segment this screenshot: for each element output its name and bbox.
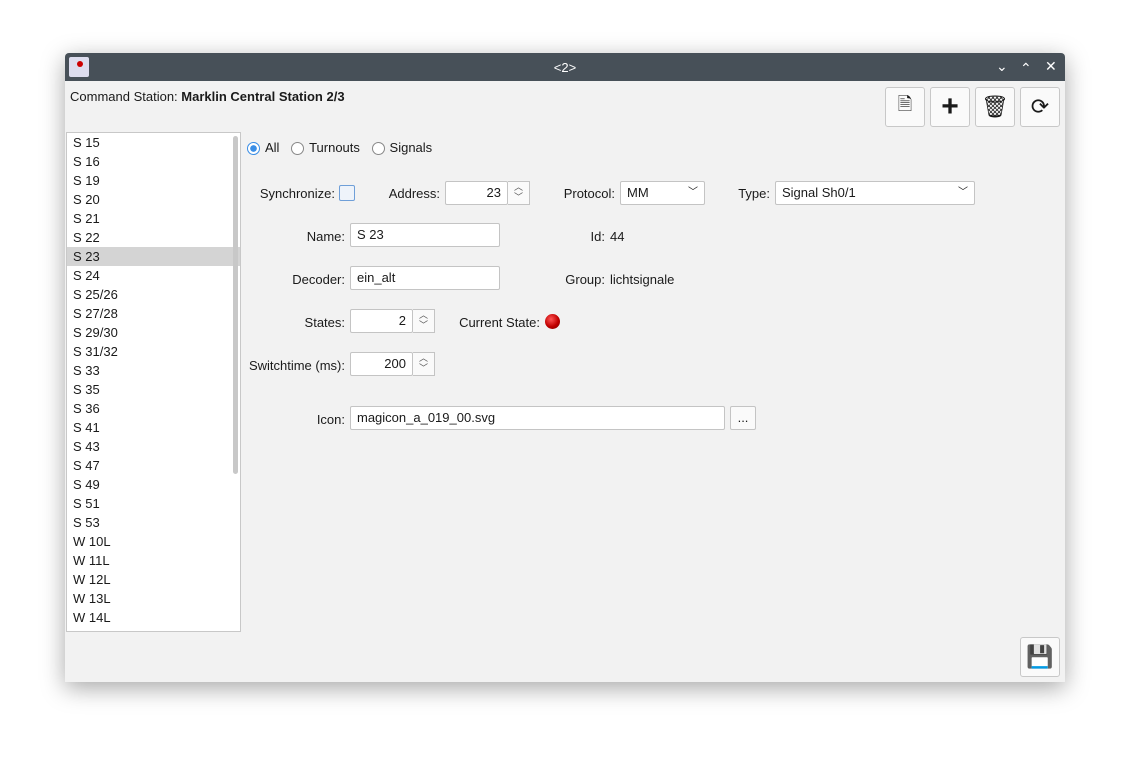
name-label: Name: [306, 229, 345, 244]
radio-indicator [247, 142, 260, 155]
type-value: Signal Sh0/1 [782, 185, 856, 200]
maximize-icon[interactable]: ⌃ [1020, 60, 1032, 77]
synchronize-checkbox[interactable] [339, 185, 355, 201]
list-item[interactable]: S 43 [67, 437, 240, 456]
current-state-label: Current State: [459, 315, 540, 330]
list-item[interactable]: S 53 [67, 513, 240, 532]
minimize-icon[interactable]: ⌄ [996, 58, 1008, 75]
icon-label: Icon: [316, 412, 345, 427]
window-title: <2> [553, 60, 577, 75]
decoder-label: Decoder: [292, 272, 345, 287]
protocol-value: MM [627, 185, 649, 200]
name-field[interactable]: S 23 [350, 223, 500, 247]
filter-radios: All Turnouts Signals [247, 140, 432, 155]
list-item[interactable]: S 16 [67, 152, 240, 171]
radio-indicator [371, 142, 385, 155]
list-item[interactable]: S 47 [67, 456, 240, 475]
synchronize-button[interactable]: 🗎 [885, 87, 925, 127]
save-button[interactable]: 💾 [1020, 637, 1060, 677]
list-item[interactable]: S 31/32 [67, 342, 240, 361]
list-item[interactable]: S 24 [67, 266, 240, 285]
states-spinner[interactable]: ︿ ﹀ [413, 309, 435, 333]
id-label: Id: [590, 229, 605, 244]
radio-all[interactable]: All [247, 140, 279, 155]
list-item[interactable]: S 27/28 [67, 304, 240, 323]
add-button[interactable]: + [930, 87, 970, 127]
list-item[interactable]: W 11L [67, 551, 240, 570]
list-item[interactable]: S 22 [67, 228, 240, 247]
id-value: 44 [610, 229, 625, 244]
title-bar: <2> ⌄ ⌃ ✕ [65, 53, 1065, 81]
list-item[interactable]: S 41 [67, 418, 240, 437]
radio-label: Turnouts [309, 140, 360, 155]
refresh-icon: ⟳ [1030, 94, 1050, 119]
trash-icon: 🗑 [981, 94, 1009, 119]
address-spinner[interactable]: ︿ ﹀ [508, 181, 530, 205]
command-station: Command Station: Marklin Central Station… [70, 89, 345, 104]
browse-button[interactable]: ... [730, 406, 756, 430]
list-item[interactable]: S 33 [67, 361, 240, 380]
list-item[interactable]: W 12L [67, 570, 240, 589]
station-value: Marklin Central Station 2/3 [181, 89, 345, 104]
current-state-indicator [545, 314, 560, 329]
states-field[interactable]: 2 [350, 309, 413, 333]
list-item[interactable]: S 29/30 [67, 323, 240, 342]
address-label: Address: [388, 186, 440, 201]
radio-signals[interactable]: Signals [371, 140, 433, 155]
decoder-field[interactable]: ein_alt [350, 266, 500, 290]
switchtime-label: Switchtime (ms): [248, 358, 345, 373]
list-item[interactable]: S 36 [67, 399, 240, 418]
icon-field[interactable]: magicon_a_019_00.svg [350, 406, 725, 430]
radio-label: All [265, 140, 280, 155]
radio-indicator [291, 142, 305, 155]
list-item[interactable]: S 23 [67, 247, 240, 266]
switchtime-spinner[interactable]: ︿ ﹀ [413, 352, 435, 376]
radio-turnouts[interactable]: Turnouts [291, 140, 360, 155]
switchtime-field[interactable]: 200 [350, 352, 413, 376]
list-item[interactable]: S 35 [67, 380, 240, 399]
plus-icon: + [941, 90, 959, 123]
list-item[interactable]: S 25/26 [67, 285, 240, 304]
group-label: Group: [565, 272, 605, 287]
address-field[interactable]: 23 [445, 181, 508, 205]
list-item[interactable]: S 51 [67, 494, 240, 513]
group-value: lichtsignale [610, 272, 675, 287]
list-item[interactable]: S 21 [67, 209, 240, 228]
list-item[interactable]: S 15 [67, 133, 240, 152]
synchronize-label: Synchronize: [259, 186, 335, 201]
list-item[interactable]: S 49 [67, 475, 240, 494]
radio-label: Signals [389, 140, 433, 155]
accessory-list[interactable]: S 15 S 16 S 19 S 20 S 21 S 22 S 23 S 24 S 25/26 S… [66, 132, 241, 632]
chevron-down-icon: ﹀ [958, 187, 968, 198]
protocol-label: Protocol: [563, 186, 615, 201]
list-item[interactable]: W 13L [67, 589, 240, 608]
type-label: Type: [738, 186, 770, 201]
document-sync-icon: 🗎 [897, 94, 913, 114]
type-select[interactable]: Signal Sh0/1 ﹀ [775, 181, 975, 205]
close-icon[interactable]: ✕ [1045, 58, 1057, 75]
save-icon: 💾 [1026, 644, 1054, 669]
list-item[interactable]: W 14L [67, 608, 240, 627]
dialog-window: <2> ⌄ ⌃ ✕ Command Station: Marklin Centr… [65, 53, 1065, 682]
list-item[interactable]: W 10L [67, 532, 240, 551]
states-label: States: [304, 315, 345, 330]
station-label: Command Station: [70, 89, 178, 104]
protocol-select[interactable]: MM ﹀ [620, 181, 705, 205]
refresh-button[interactable]: ⟳ [1020, 87, 1060, 127]
chevron-down-icon: ﹀ [688, 187, 698, 198]
delete-button[interactable]: 🗑 [975, 87, 1015, 127]
